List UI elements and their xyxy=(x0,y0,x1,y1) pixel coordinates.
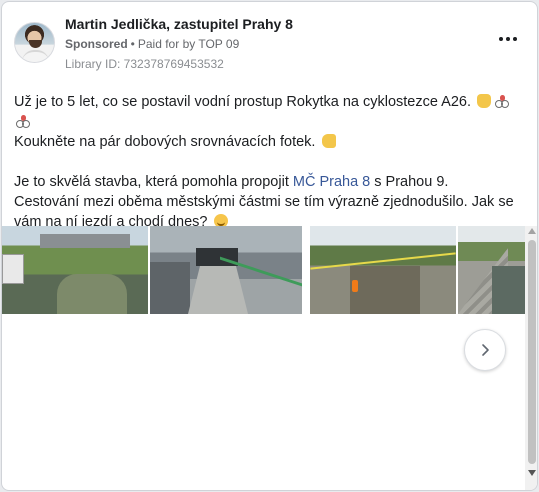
praha-8-link[interactable]: MČ Praha 8 xyxy=(293,174,370,190)
victory-hand-emoji-icon xyxy=(477,94,492,108)
paid-for-by: Paid for by TOP 09 xyxy=(137,37,240,51)
construction-channel-photo[interactable] xyxy=(310,226,456,314)
paragraph-1-line-2: Koukněte na pár dobových srovnávacích fo… xyxy=(14,134,316,150)
bicyclist-emoji-icon-2 xyxy=(16,114,30,128)
scroll-down-arrow-icon[interactable] xyxy=(528,470,536,476)
photo-carousel xyxy=(2,226,527,314)
ad-card: Martin Jedlička, zastupitel Prahy 8 Spon… xyxy=(1,1,538,491)
sponsored-label: Sponsored xyxy=(65,37,128,51)
post-text: Už je to 5 let, co se postavil vodní pro… xyxy=(14,92,514,232)
paragraph-1: Už je to 5 let, co se postavil vodní pro… xyxy=(14,92,514,152)
pointing-down-emoji-icon xyxy=(321,134,336,148)
meta-separator: • xyxy=(130,37,135,51)
scroll-thumb[interactable] xyxy=(528,240,536,464)
more-options-icon[interactable] xyxy=(498,32,518,46)
paragraph-2-start: Je to skvělá stavba, která pomohla propo… xyxy=(14,174,293,190)
paragraph-2: Je to skvělá stavba, která pomohla propo… xyxy=(14,172,514,232)
author-avatar[interactable] xyxy=(14,22,55,63)
avatar-beard xyxy=(29,40,42,48)
chevron-right-icon xyxy=(482,344,489,356)
post-header: Martin Jedlička, zastupitel Prahy 8 Spon… xyxy=(14,16,524,72)
carousel-next-button[interactable] xyxy=(464,329,506,371)
sponsor-line: Sponsored • Paid for by TOP 09 xyxy=(65,37,239,51)
scroll-up-arrow-icon[interactable] xyxy=(528,228,536,234)
underpass-path-photo[interactable] xyxy=(150,226,302,314)
author-name[interactable]: Martin Jedlička, zastupitel Prahy 8 xyxy=(65,16,293,32)
river-bridge-photo[interactable] xyxy=(2,226,148,314)
avatar-shirt xyxy=(22,50,49,62)
stone-embankment-photo[interactable] xyxy=(458,226,527,314)
vertical-scrollbar[interactable] xyxy=(525,226,537,490)
bicyclist-emoji-icon xyxy=(495,94,510,108)
paragraph-1-text: Už je to 5 let, co se postavil vodní pro… xyxy=(14,94,471,110)
library-id: Library ID: 732378769453532 xyxy=(65,57,224,71)
